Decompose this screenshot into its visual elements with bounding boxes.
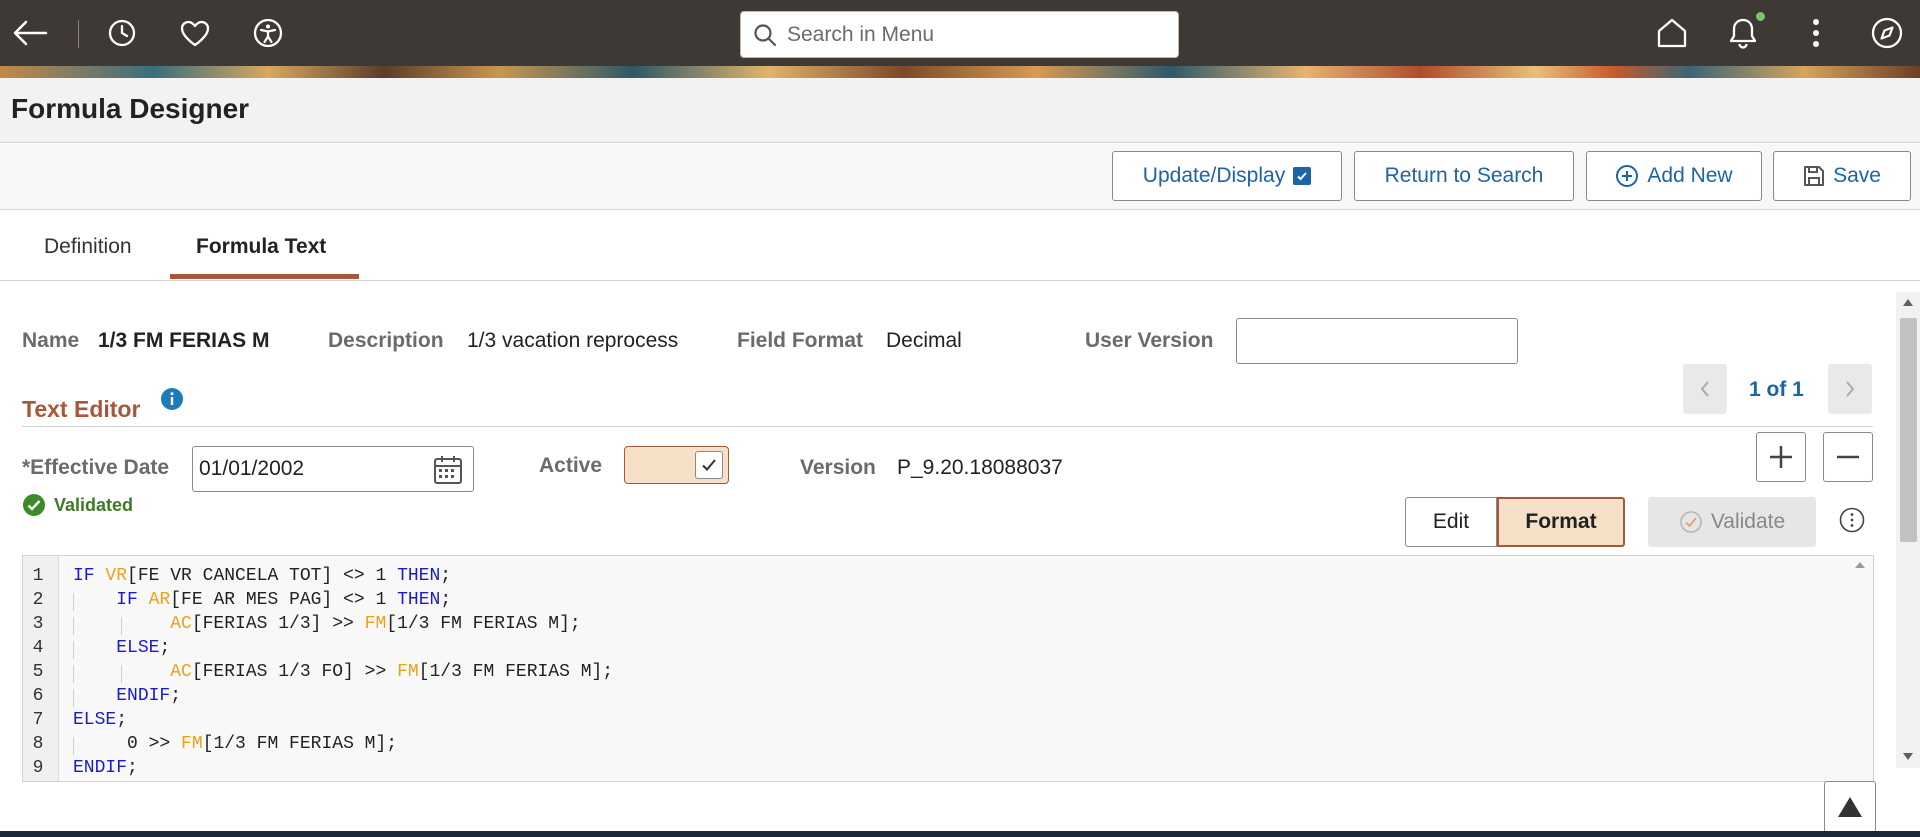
bottom-bar <box>0 831 1920 837</box>
description-value: 1/3 vacation reprocess <box>467 329 679 352</box>
text-editor-title: Text Editor <box>22 396 141 422</box>
section-divider <box>22 426 1873 427</box>
code-line: ENDIF; <box>116 686 182 706</box>
formula-code-editor[interactable]: 1 2 3 4 5 6 7 8 9 IF VR[FE VR CANCELA TO… <box>22 555 1874 782</box>
line-number: 7 <box>32 710 44 730</box>
validate-button[interactable]: Validate <box>1648 497 1816 547</box>
page-header: Formula Designer <box>0 78 1920 143</box>
top-navigation-bar <box>0 0 1920 66</box>
plus-icon <box>1770 446 1792 468</box>
save-button[interactable]: Save <box>1773 151 1911 201</box>
validated-text: Validated <box>54 494 134 515</box>
toolbar-divider <box>78 20 79 48</box>
effective-date-input[interactable] <box>199 457 419 481</box>
active-tab-indicator <box>170 274 359 279</box>
field-format-label: Field Format <box>737 329 864 352</box>
favorites-heart-icon[interactable] <box>175 13 215 53</box>
add-new-button[interactable]: Add New <box>1586 151 1762 201</box>
history-icon[interactable] <box>102 13 142 53</box>
user-version-input[interactable] <box>1236 318 1518 364</box>
calendar-icon[interactable] <box>433 455 463 485</box>
code-line: ENDIF; <box>73 758 138 778</box>
info-icon[interactable] <box>160 387 184 411</box>
active-checkbox[interactable] <box>624 446 729 484</box>
format-button[interactable]: Format <box>1497 497 1625 547</box>
code-line: ELSE; <box>116 638 171 658</box>
code-line: 0 >> FM[1/3 FM FERIAS M]; <box>73 734 398 754</box>
name-label: Name <box>22 329 80 352</box>
chevron-right-icon <box>1846 381 1855 397</box>
scroll-down-arrow-icon[interactable] <box>1902 752 1914 761</box>
next-row-button[interactable] <box>1828 364 1872 414</box>
update-display-label: Update/Display <box>1142 164 1286 187</box>
check-circle-icon <box>23 494 45 516</box>
line-number: 9 <box>32 758 44 778</box>
accessibility-icon[interactable] <box>248 13 288 53</box>
home-icon[interactable] <box>1652 13 1692 53</box>
line-number: 8 <box>32 734 44 754</box>
field-format-value: Decimal <box>886 329 962 352</box>
code-line: IF VR[FE VR CANCELA TOT] <> 1 THEN; <box>73 566 452 586</box>
page-scrollbar[interactable] <box>1896 292 1920 768</box>
previous-row-button[interactable] <box>1683 364 1727 414</box>
version-value: P_9.20.18088037 <box>897 456 1063 479</box>
pagination-text: 1 of 1 <box>1749 378 1804 401</box>
more-info-icon[interactable] <box>1839 507 1865 533</box>
tab-formula-text[interactable]: Formula Text <box>196 235 326 259</box>
code-line: ELSE; <box>73 710 128 730</box>
minus-icon <box>1837 455 1859 459</box>
add-new-label: Add New <box>1647 164 1733 187</box>
delete-row-button[interactable] <box>1823 432 1873 482</box>
active-label: Active <box>539 454 603 477</box>
checkbox-checked-icon <box>1293 167 1312 185</box>
description-label: Description <box>328 329 444 352</box>
code-line: AC[FERIAS 1/3] >> FM[1/3 FM FERIAS M]; <box>170 614 581 634</box>
line-number: 5 <box>32 662 44 682</box>
edit-button[interactable]: Edit <box>1405 497 1497 547</box>
save-label: Save <box>1833 164 1881 187</box>
editor-scroll-up-icon[interactable] <box>1853 560 1867 570</box>
line-number: 3 <box>32 614 44 634</box>
validate-label: Validate <box>1710 510 1786 533</box>
search-input[interactable] <box>787 22 1167 47</box>
version-label: Version <box>800 456 876 479</box>
scrollbar-thumb[interactable] <box>1900 318 1917 542</box>
save-disk-icon <box>1804 166 1825 186</box>
line-number: 2 <box>32 590 44 610</box>
effective-date-label: *Effective Date <box>22 456 170 479</box>
triangle-up-icon <box>1838 797 1862 817</box>
add-circle-icon <box>1616 165 1639 187</box>
scroll-to-top-button[interactable] <box>1824 781 1876 833</box>
effective-date-field[interactable] <box>192 446 474 492</box>
banner-artwork <box>0 66 1920 78</box>
code-line: AC[FERIAS 1/3 FO] >> FM[1/3 FM FERIAS M]… <box>170 662 614 682</box>
line-number: 1 <box>32 566 44 586</box>
validation-status: Validated <box>22 493 133 517</box>
page-title: Formula Designer <box>11 93 250 124</box>
line-number-gutter: 1 2 3 4 5 6 7 8 9 <box>23 556 59 781</box>
code-line: IF AR[FE AR MES PAG] <> 1 THEN; <box>116 590 452 610</box>
return-to-search-label: Return to Search <box>1384 164 1544 187</box>
user-version-label: User Version <box>1085 329 1214 352</box>
update-display-button[interactable]: Update/Display <box>1112 151 1342 201</box>
checkmark-icon <box>695 451 723 479</box>
search-icon <box>754 23 777 46</box>
action-toolbar: Update/Display Return to Search Add New … <box>0 144 1920 210</box>
tab-bar: Definition Formula Text <box>0 211 1920 281</box>
name-value: 1/3 FM FERIAS M <box>98 329 270 352</box>
formula-text-panel: Name 1/3 FM FERIAS M Description 1/3 vac… <box>0 282 1900 782</box>
more-vertical-icon[interactable] <box>1796 13 1836 53</box>
return-to-search-button[interactable]: Return to Search <box>1354 151 1574 201</box>
line-number: 4 <box>32 638 44 658</box>
chevron-left-icon <box>1700 381 1709 397</box>
scroll-up-arrow-icon[interactable] <box>1902 298 1914 307</box>
tab-definition[interactable]: Definition <box>44 235 132 259</box>
search-menu-box[interactable] <box>740 11 1179 58</box>
navigator-compass-icon[interactable] <box>1867 13 1907 53</box>
check-circle-outline-icon <box>1679 511 1702 533</box>
notification-indicator <box>1756 12 1765 21</box>
add-row-button[interactable] <box>1756 432 1806 482</box>
line-number: 6 <box>32 686 44 706</box>
back-arrow-icon[interactable] <box>10 13 50 53</box>
